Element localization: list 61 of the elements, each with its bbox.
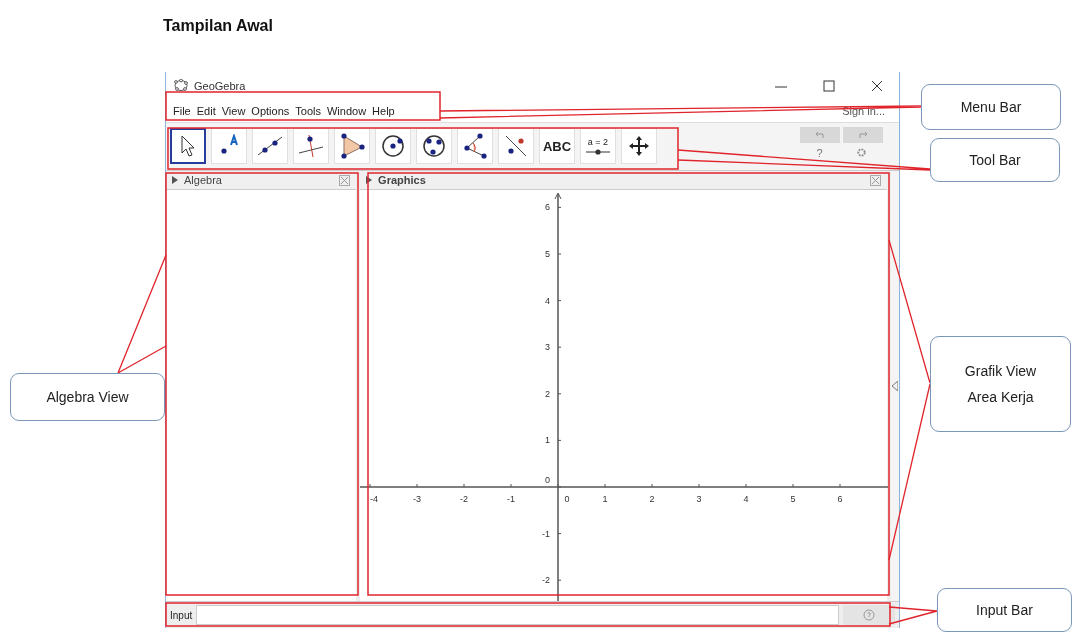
callout-label: Grafik View (964, 363, 1037, 379)
slider-icon (586, 148, 610, 155)
menu-item[interactable]: Window (323, 104, 370, 117)
axis-tick-label: 2 (545, 389, 551, 399)
axis-tick-label: -4 (370, 494, 379, 505)
help-icon (863, 609, 875, 622)
axis-tick-label: -2 (542, 575, 551, 586)
axis-tick-label: -1 (542, 528, 551, 539)
window-title: GeoGebra (194, 79, 247, 92)
tool-button[interactable]: a = 2 (580, 128, 616, 165)
redo-icon (858, 130, 868, 139)
polygon-icon (338, 133, 366, 160)
axis-tick-label: 1 (602, 494, 608, 505)
axis-tick-label: 3 (696, 494, 702, 505)
axis-tick-label: 3 (545, 342, 551, 353)
menu-item[interactable]: Help (369, 104, 398, 117)
menu-item[interactable]: Edit (193, 104, 219, 117)
callout-label: Tool Bar (969, 152, 1021, 168)
perpendicular-line-icon (297, 133, 325, 160)
axis-tick-label: 0 (545, 475, 551, 486)
tool-button[interactable]: ABC (539, 128, 575, 165)
circle-icon (380, 133, 406, 160)
settings-icon[interactable] (855, 147, 867, 159)
menu-item[interactable]: Options (248, 104, 293, 117)
tool-button[interactable] (170, 128, 206, 165)
circle-points-icon (421, 133, 447, 160)
callout-label: Menu Bar (960, 99, 1022, 115)
input-label: Input (170, 609, 193, 621)
undo-icon (815, 130, 825, 139)
panel-title: Algebra (184, 174, 223, 187)
menu-item[interactable]: Tools (292, 104, 324, 117)
panel-title: Graphics (378, 174, 427, 187)
slider-label: a = 2 (587, 137, 609, 147)
menu-item[interactable]: File (170, 104, 194, 117)
axis-tick-label: 4 (743, 494, 749, 505)
input-help-button[interactable] (843, 605, 895, 626)
app-logo-icon (174, 79, 188, 93)
help-button[interactable]: ? (816, 146, 823, 159)
axis-tick-label: -3 (413, 494, 422, 505)
menu-item[interactable]: View (218, 104, 249, 117)
axis-tick-label: 2 (649, 494, 655, 505)
axis-tick-label: 5 (545, 249, 551, 260)
leader-line (888, 606, 938, 625)
input-field[interactable] (196, 605, 839, 626)
collapse-triangle-icon[interactable] (892, 381, 899, 392)
callout-label: Input Bar (976, 602, 1033, 618)
axis-tick-label: 6 (837, 494, 843, 505)
axis-tick-label: 1 (545, 435, 551, 446)
axis-tick-label: 0 (564, 494, 570, 505)
axis-tick-label: 4 (545, 295, 551, 306)
tool-label: ABC (542, 138, 572, 154)
expand-triangle-icon[interactable] (172, 176, 178, 185)
axis-tick-label: 6 (545, 202, 551, 213)
callout-label: Area Kerja (967, 389, 1034, 405)
expand-triangle-icon[interactable] (366, 176, 373, 185)
angle-icon (462, 133, 488, 160)
callout-label: Algebra View (46, 389, 129, 405)
axis-tick-label: -1 (507, 494, 516, 505)
axis-tick-label: -2 (460, 494, 469, 505)
page-heading: Tampilan Awal (162, 16, 274, 36)
axis-tick-label: 5 (790, 494, 796, 505)
